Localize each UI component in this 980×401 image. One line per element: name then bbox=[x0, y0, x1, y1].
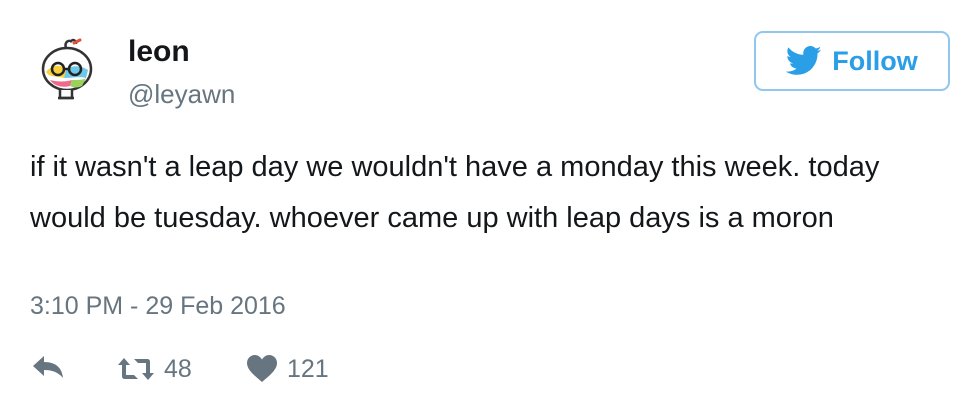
retweet-count: 48 bbox=[164, 355, 192, 383]
tweet-card: leon @leyawn Follow if it wasn't a leap … bbox=[0, 0, 980, 401]
avatar-illustration bbox=[41, 38, 93, 100]
tweet-timestamp[interactable]: 3:10 PM - 29 Feb 2016 bbox=[30, 290, 286, 322]
retweet-button[interactable]: 48 bbox=[116, 352, 192, 386]
like-count: 121 bbox=[287, 355, 329, 383]
user-handle[interactable]: @leyawn bbox=[128, 78, 235, 110]
tweet-text: if it wasn't a leap day we wouldn't have… bbox=[30, 151, 880, 234]
twitter-bird-icon bbox=[786, 46, 822, 75]
like-button[interactable]: 121 bbox=[245, 352, 329, 386]
follow-label: Follow bbox=[832, 45, 918, 76]
reply-icon bbox=[33, 356, 63, 378]
display-name[interactable]: leon bbox=[128, 34, 190, 70]
retweet-icon bbox=[118, 358, 154, 380]
tweet-actions: 48 121 bbox=[30, 352, 450, 386]
reply-button[interactable] bbox=[30, 352, 66, 382]
heart-icon bbox=[247, 355, 277, 382]
follow-button[interactable]: Follow bbox=[754, 31, 950, 91]
avatar[interactable] bbox=[36, 36, 98, 106]
